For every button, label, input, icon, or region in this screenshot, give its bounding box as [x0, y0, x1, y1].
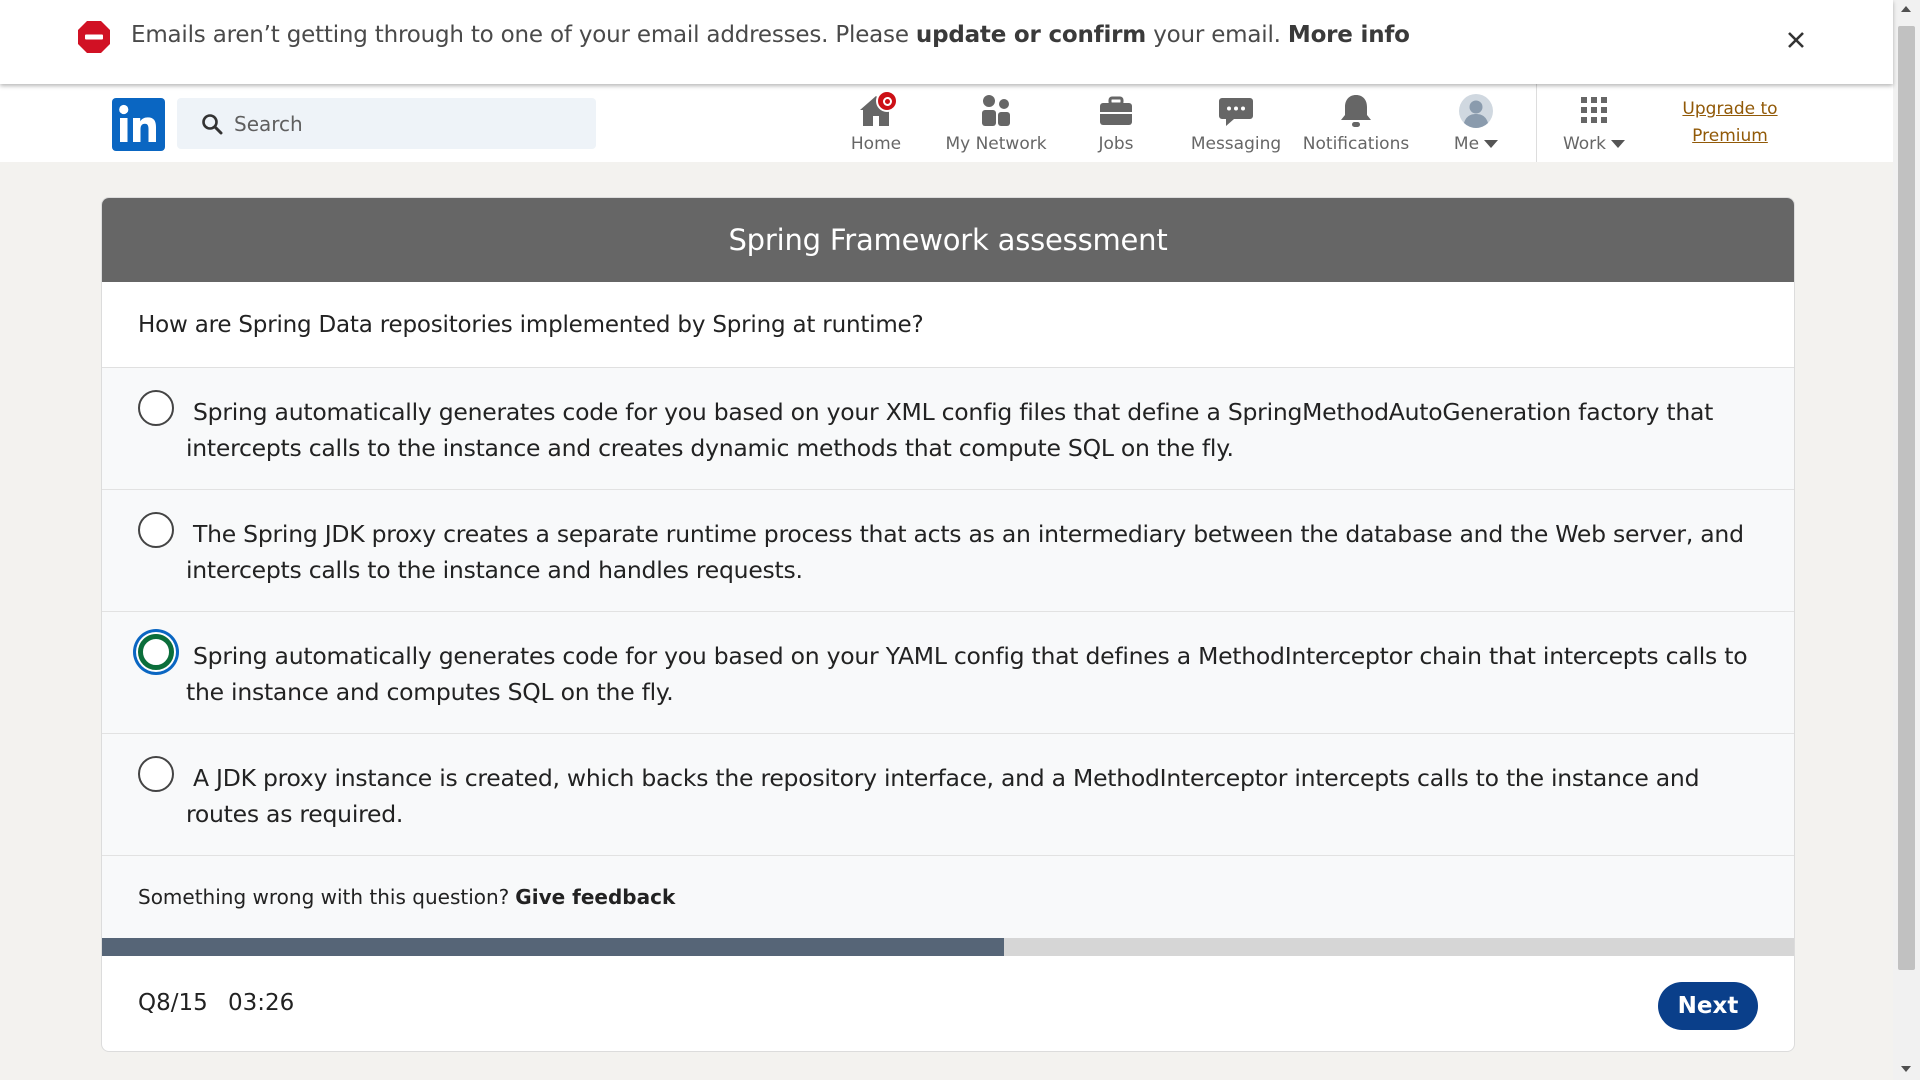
- nav-divider: [1536, 84, 1537, 162]
- answer-option[interactable]: Spring automatically generates code for …: [102, 368, 1794, 490]
- answer-option-text: A JDK proxy instance is created, which b…: [186, 764, 1700, 828]
- assessment-title: Spring Framework assessment: [728, 223, 1168, 257]
- answer-option-text: Spring automatically generates code for …: [186, 642, 1748, 706]
- chat-icon: [1219, 98, 1253, 126]
- linkedin-logo[interactable]: [112, 98, 165, 151]
- answer-option[interactable]: The Spring JDK proxy creates a separate …: [102, 490, 1794, 612]
- answer-option-text: Spring automatically generates code for …: [186, 398, 1714, 462]
- search-box[interactable]: [177, 98, 596, 149]
- radio-button-selected[interactable]: [138, 634, 174, 670]
- answer-option[interactable]: A JDK proxy instance is created, which b…: [102, 734, 1794, 856]
- question-text: How are Spring Data repositories impleme…: [102, 282, 1794, 368]
- chevron-down-icon: [1611, 140, 1626, 148]
- linkedin-icon: [119, 104, 156, 142]
- question-counter: Q8/15: [138, 990, 208, 1016]
- upgrade-premium-link[interactable]: Upgrade to Premium: [1668, 96, 1792, 150]
- chevron-down-icon: [1484, 140, 1499, 148]
- answer-options: Spring automatically generates code for …: [102, 368, 1794, 856]
- email-alert-banner: Emails aren’t getting through to one of …: [0, 0, 1893, 84]
- alert-message: Emails aren’t getting through to one of …: [131, 22, 1410, 48]
- bell-icon: [1341, 95, 1371, 127]
- update-email-link[interactable]: update or confirm: [916, 22, 1146, 48]
- network-icon: [982, 95, 1010, 126]
- countdown-timer: 03:26: [228, 990, 295, 1016]
- nav-work[interactable]: Work: [1558, 92, 1630, 158]
- search-input[interactable]: [234, 98, 574, 149]
- feedback-prompt: Something wrong with this question?: [138, 885, 510, 909]
- answer-option-selected[interactable]: Spring automatically generates code for …: [102, 612, 1794, 734]
- assessment-header: Spring Framework assessment: [102, 198, 1794, 282]
- notification-badge: [876, 90, 898, 112]
- radio-button[interactable]: [138, 756, 174, 792]
- stop-icon: [78, 21, 110, 53]
- nav-my-network[interactable]: My Network: [945, 92, 1047, 158]
- radio-button[interactable]: [138, 512, 174, 548]
- progress-bar-fill: [102, 938, 1004, 956]
- radio-button[interactable]: [138, 390, 174, 426]
- nav-home[interactable]: Home: [846, 90, 906, 158]
- nav-notifications[interactable]: Notifications: [1303, 92, 1409, 158]
- grid-icon: [1581, 97, 1607, 123]
- assessment-footer: Q8/15 03:26 Next: [102, 956, 1794, 1051]
- nav-messaging[interactable]: Messaging: [1191, 92, 1281, 158]
- close-icon[interactable]: [1782, 26, 1810, 54]
- answer-option-text: The Spring JDK proxy creates a separate …: [186, 520, 1744, 584]
- avatar: [1459, 94, 1493, 128]
- global-nav: Home My Network Jobs: [0, 84, 1893, 162]
- next-button[interactable]: Next: [1658, 982, 1758, 1030]
- scroll-up-arrow-icon[interactable]: [1901, 6, 1911, 12]
- briefcase-icon: [1100, 96, 1132, 125]
- assessment-card: Spring Framework assessment How are Spri…: [101, 197, 1795, 1052]
- feedback-row: Something wrong with this question? Give…: [102, 856, 1794, 938]
- nav-me[interactable]: Me: [1446, 92, 1506, 158]
- page-scrollbar[interactable]: [1893, 0, 1920, 1080]
- more-info-link[interactable]: More info: [1288, 22, 1410, 48]
- scroll-thumb[interactable]: [1898, 26, 1915, 970]
- nav-jobs[interactable]: Jobs: [1091, 92, 1141, 158]
- progress-bar: [102, 938, 1794, 956]
- scroll-down-arrow-icon[interactable]: [1901, 1066, 1911, 1072]
- give-feedback-link[interactable]: Give feedback: [515, 885, 675, 909]
- search-icon: [202, 114, 223, 135]
